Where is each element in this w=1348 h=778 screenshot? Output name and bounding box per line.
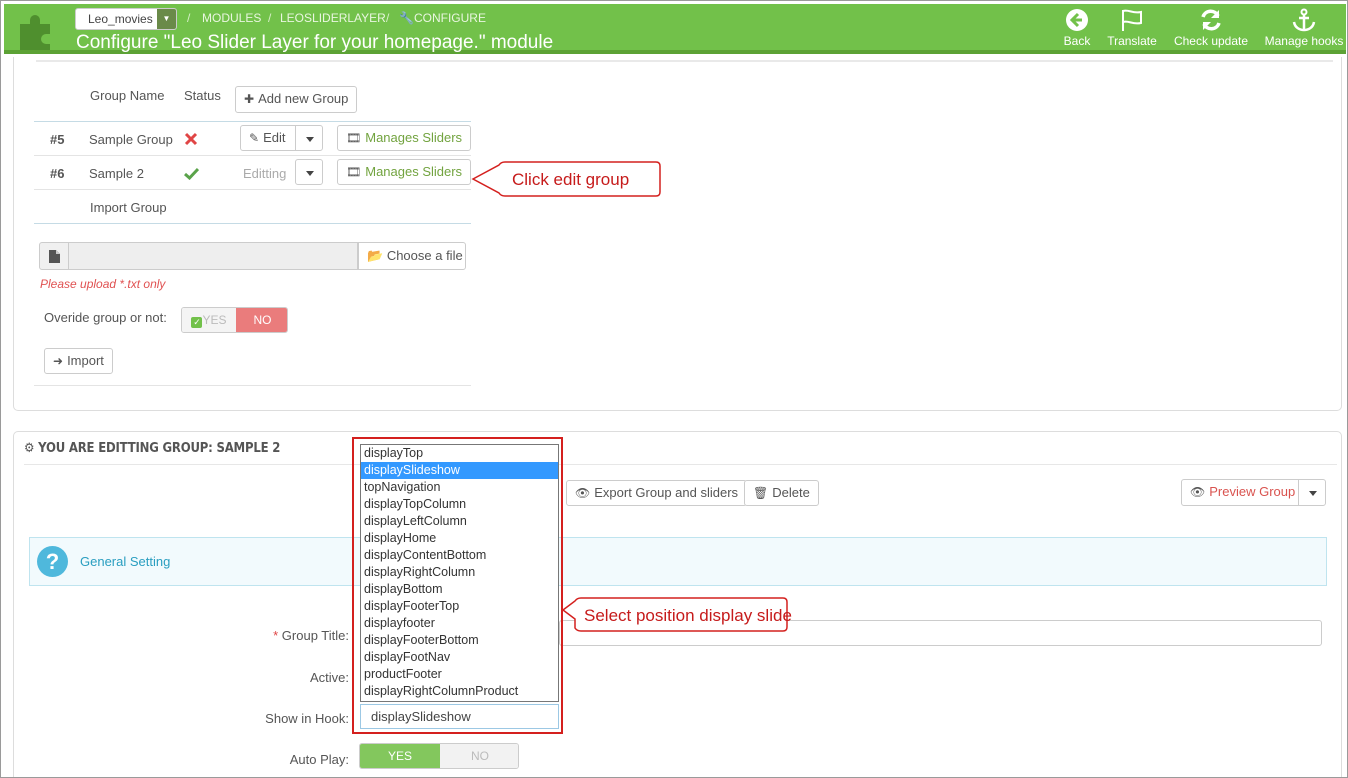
add-new-group-button[interactable]: ✚ Add new Group — [235, 86, 358, 113]
import-group-label: Import Group — [90, 200, 167, 215]
back-button[interactable]: Back — [1062, 8, 1092, 48]
folder-open-icon: 📂 — [367, 248, 384, 263]
general-setting-panel[interactable]: ? General Setting — [29, 537, 1327, 586]
translate-button[interactable]: Translate — [1104, 8, 1160, 48]
refresh-icon — [1201, 9, 1221, 31]
check-update-button[interactable]: Check update — [1171, 8, 1251, 48]
puzzle-icon — [20, 15, 50, 50]
screenshot-frame: Leo_movies ▼ / MODULES / LEOSLIDERLAYER … — [0, 0, 1348, 778]
film-icon: 🎞 — [346, 165, 362, 179]
callout-select-position-text: Select position display slide — [584, 606, 792, 625]
auto-play-yes[interactable]: YES — [360, 744, 440, 768]
edit-group-button[interactable]: ✎ Edit — [240, 125, 296, 151]
panel-heading: ⚙ YOU ARE EDITTING GROUP: SAMPLE 2 — [24, 441, 281, 456]
film-icon: 🎞 — [346, 131, 362, 145]
eye-icon: 👁 — [1190, 485, 1206, 499]
col-status: Status — [184, 88, 221, 103]
flag-icon — [1122, 9, 1142, 31]
groups-panel — [13, 57, 1342, 411]
show-in-hook-label: Show in Hook: — [265, 711, 349, 726]
group-name: Sample 2 — [89, 166, 144, 181]
question-icon: ? — [37, 546, 68, 577]
group-id: #6 — [50, 166, 65, 181]
manage-hooks-button[interactable]: Manage hooks — [1262, 8, 1346, 48]
page-title: Configure "Leo Slider Layer for your hom… — [76, 32, 554, 53]
check-square-icon: ✓ — [191, 317, 203, 328]
annotation-highlight-box — [352, 437, 563, 734]
anchor-icon — [1292, 8, 1316, 32]
active-label: Active: — [309, 670, 349, 685]
edit-group-dropdown[interactable] — [295, 125, 323, 151]
file-icon — [39, 242, 69, 270]
page-header: Leo_movies ▼ / MODULES / LEOSLIDERLAYER … — [4, 4, 1346, 54]
preview-group-button[interactable]: 👁 Preview Group — [1181, 479, 1299, 506]
file-name-input[interactable] — [68, 242, 358, 270]
pencil-icon: ✎ — [249, 131, 260, 145]
general-setting-label: General Setting — [80, 554, 171, 569]
group-name: Sample Group — [89, 132, 173, 147]
group-title-label: * Group Title: — [273, 628, 349, 643]
export-group-button[interactable]: 👁 Export Group and sliders — [566, 480, 748, 506]
override-label: Overide group or not: — [44, 310, 167, 325]
manages-sliders-button[interactable]: 🎞 Manages Sliders — [337, 159, 472, 185]
editing-group-dropdown[interactable] — [295, 159, 323, 185]
shop-selector[interactable]: Leo_movies ▼ — [75, 8, 177, 30]
manages-sliders-button[interactable]: 🎞 Manages Sliders — [337, 125, 472, 151]
auto-play-no[interactable]: NO — [440, 744, 518, 768]
import-button[interactable]: ➜ Import — [44, 348, 113, 374]
eye-icon: 👁 — [575, 486, 591, 500]
status-enabled-icon[interactable] — [184, 167, 199, 180]
preview-group-dropdown[interactable] — [1298, 479, 1326, 506]
override-yes[interactable]: ✓ YES — [182, 308, 236, 332]
upload-hint: Please upload *.txt only — [40, 277, 166, 291]
col-group-name: Group Name — [90, 88, 165, 103]
trash-icon: 🗑 — [753, 486, 769, 500]
file-upload: 📂 Choose a file — [39, 242, 466, 270]
auto-play-switch[interactable]: YES NO — [359, 743, 519, 769]
breadcrumb-modules[interactable]: MODULES — [202, 11, 261, 25]
choose-file-button[interactable]: 📂 Choose a file — [358, 242, 466, 270]
plus-icon: ✚ — [244, 92, 255, 106]
wrench-icon: 🔧 — [399, 11, 414, 25]
shop-selector-label: Leo_movies — [88, 12, 153, 26]
chevron-down-icon: ▼ — [157, 9, 176, 29]
override-switch[interactable]: ✓ YES NO — [181, 307, 288, 333]
arrow-circle-right-icon: ➜ — [53, 354, 64, 368]
delete-group-button[interactable]: 🗑 Delete — [744, 480, 819, 506]
breadcrumb-configure: 🔧CONFIGURE — [399, 11, 486, 25]
cogs-icon: ⚙ — [24, 441, 35, 456]
editing-label: Editting — [243, 166, 287, 181]
override-no[interactable]: NO — [236, 308, 287, 332]
breadcrumb-module[interactable]: LEOSLIDERLAYER — [280, 11, 386, 25]
status-disabled-icon[interactable] — [184, 132, 198, 146]
arrow-left-circle-icon — [1066, 9, 1088, 31]
callout-click-edit-text: Click edit group — [512, 170, 630, 189]
group-id: #5 — [50, 132, 65, 147]
auto-play-label: Auto Play: — [289, 752, 349, 767]
